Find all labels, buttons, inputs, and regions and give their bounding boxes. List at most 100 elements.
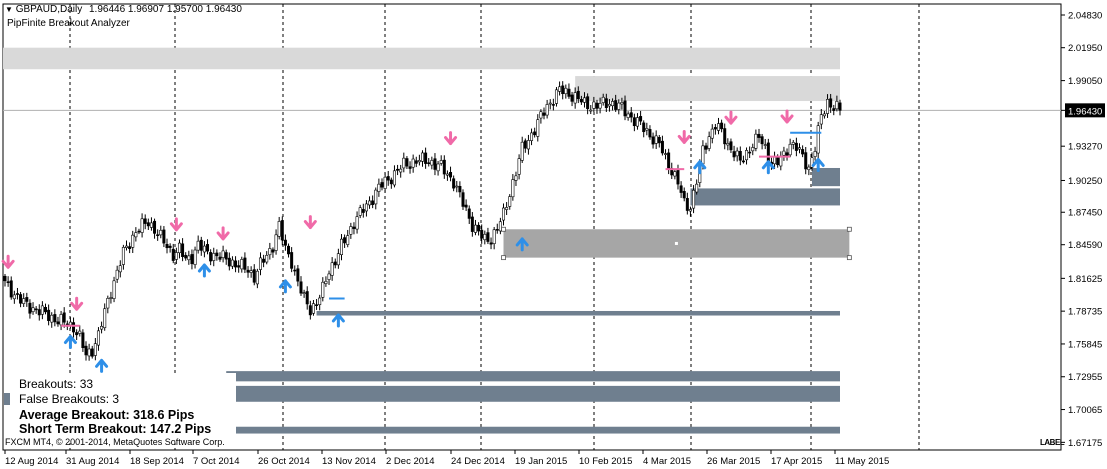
candle-body — [576, 90, 580, 100]
candle-body — [835, 101, 839, 110]
candle-body — [414, 160, 418, 164]
candle-body — [128, 246, 132, 249]
candle-body — [692, 190, 696, 209]
candle-body — [558, 86, 562, 92]
candle-body — [573, 92, 577, 104]
candle-body — [90, 348, 94, 357]
candle-body — [533, 131, 537, 136]
zone-edge-marker — [4, 393, 10, 405]
selection-handle — [501, 226, 506, 232]
candle-body — [651, 136, 655, 145]
candle-body — [234, 260, 238, 268]
candle-body — [15, 293, 19, 295]
candle-body — [473, 224, 477, 233]
candle-body — [308, 305, 312, 316]
candle-body — [143, 218, 147, 224]
candle-body — [224, 252, 228, 260]
candle-body — [252, 269, 256, 283]
candle-body — [598, 103, 602, 109]
candle-body — [604, 98, 608, 108]
candle-body — [56, 321, 60, 325]
selection-handle — [846, 226, 852, 232]
candle-body — [492, 229, 496, 244]
candle-body — [277, 221, 281, 237]
candle-body — [134, 232, 138, 238]
y-tick-label: 2.01950 — [1068, 43, 1102, 54]
y-tick-label: 1.99050 — [1068, 76, 1102, 87]
candle-body — [583, 97, 587, 103]
candle-body — [140, 218, 144, 233]
candle-body — [536, 119, 540, 137]
candle-body — [660, 140, 664, 154]
candle-body — [445, 173, 449, 176]
candle-body — [392, 170, 396, 186]
candle-body — [720, 122, 724, 130]
candle-body — [296, 268, 300, 282]
candle-body — [327, 273, 331, 280]
candle-body — [439, 160, 443, 164]
candle-body — [554, 89, 558, 104]
candle-body — [146, 222, 150, 227]
candle-body — [177, 242, 181, 254]
candle-body — [402, 157, 406, 169]
candle-body — [196, 240, 200, 251]
candle-body — [642, 122, 646, 133]
candle-body — [442, 159, 446, 175]
price-chart[interactable]: 2.04830 2.01950 1.99050 1.96430 1.93270 1.902… — [0, 0, 1107, 469]
zone-demand — [690, 188, 840, 206]
candle-body — [106, 298, 110, 309]
candle-body — [797, 147, 801, 150]
candle-body — [174, 252, 178, 260]
candle-body — [676, 169, 680, 185]
candle-body — [324, 280, 328, 284]
candle-body — [156, 234, 160, 237]
candle-body — [685, 198, 689, 211]
chart-header: ▼ GBPAUD,Daily 1.96446 1.96907 1.95700 1… — [5, 4, 242, 15]
collapse-triangle-icon[interactable]: ▼ — [5, 5, 13, 14]
x-tick-label: 26 Mar 2015 — [707, 456, 760, 467]
candle-body — [526, 140, 530, 150]
candle-body — [100, 325, 104, 330]
y-tick-label: 1.78735 — [1068, 307, 1102, 318]
candle-body — [586, 96, 590, 109]
candle-body — [25, 297, 29, 302]
candle-body — [542, 112, 546, 116]
candle-body — [701, 145, 705, 165]
candle-body — [470, 216, 474, 232]
candle-body — [75, 332, 79, 336]
y-tick-label: 2.04830 — [1068, 11, 1102, 22]
candle-body — [782, 150, 786, 156]
candle-body — [274, 234, 278, 251]
candle-body — [262, 258, 266, 263]
x-tick-label: 17 Apr 2015 — [771, 456, 822, 467]
candle-body — [311, 303, 315, 314]
candle-body — [449, 172, 453, 178]
candle-body — [464, 204, 468, 208]
candle-body — [779, 156, 783, 167]
candle-body — [505, 207, 509, 210]
candle-body — [794, 142, 798, 151]
candle-body — [648, 129, 652, 138]
candle-body — [227, 257, 231, 267]
candle-body — [614, 100, 618, 110]
candle-body — [548, 102, 552, 105]
candle-body — [181, 243, 185, 257]
y-tick-label: 1.75845 — [1068, 339, 1102, 350]
candle-body — [436, 163, 440, 172]
candle-body — [729, 141, 733, 151]
candle-body — [804, 152, 808, 170]
x-tick-label: 2 Dec 2014 — [386, 456, 435, 467]
candle-body — [788, 143, 792, 156]
candle-body — [498, 221, 502, 232]
candle-body — [477, 224, 481, 232]
zone-supply — [3, 47, 840, 70]
x-tick-label: 24 Dec 2014 — [451, 456, 505, 467]
candle-body — [193, 249, 197, 265]
candle-body — [822, 113, 826, 117]
x-tick-label: 4 Mar 2015 — [643, 456, 691, 467]
candle-body — [81, 332, 85, 349]
candle-body — [184, 254, 188, 259]
x-tick-label: 12 Aug 2014 — [5, 456, 58, 467]
y-tick-label: 1.70065 — [1068, 405, 1102, 416]
candle-body — [545, 104, 549, 116]
